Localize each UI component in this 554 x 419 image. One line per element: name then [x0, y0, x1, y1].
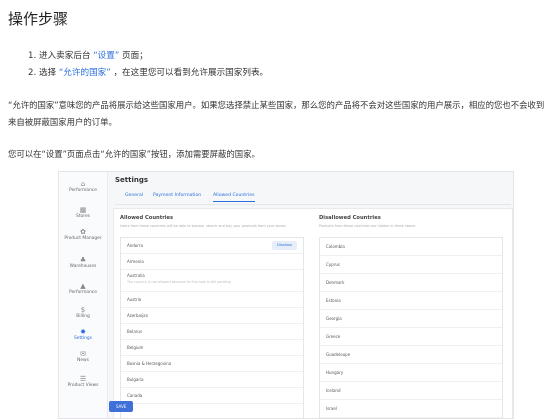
sidebar-item-label: Product Manager [64, 236, 102, 241]
settings-main: Settings General Payment Information All… [107, 172, 513, 418]
news-icon: ✉ [80, 350, 86, 358]
disallowed-country-row[interactable]: Colombia [320, 238, 502, 256]
page-heading: 操作步骤 [8, 10, 69, 28]
product-icon: ✿ [80, 228, 86, 236]
step-text: ，在这里您可以看到允许展示国家列表。 [110, 68, 269, 78]
disallowed-country-row[interactable]: Iceland [320, 382, 502, 400]
step-text: 进入卖家后台 [38, 51, 94, 61]
performance-icon: ▲ [80, 282, 86, 290]
disallow-button[interactable]: Disallow [272, 241, 297, 250]
allowed-country-row[interactable]: Andorra Disallow [121, 238, 303, 254]
countries-card: Allowed Countries Users from these count… [113, 208, 513, 418]
sidebar-item-product-manager[interactable]: ✿ Product Manager [59, 228, 107, 241]
tab-general[interactable]: General [125, 193, 143, 198]
disallowed-countries-list: Colombia Cyprus Denmark Estonia Georgia Greec… [319, 237, 503, 418]
sidebar-item-billing[interactable]: $ Billing [59, 306, 107, 319]
step-highlight: “允许的国家” [58, 68, 111, 78]
country-name: Canada [127, 393, 143, 398]
sidebar-item-label: Performance [69, 290, 97, 295]
country-name: Hungary [326, 370, 344, 375]
settings-tabs: General Payment Information Allowed Coun… [115, 190, 511, 205]
steps-list: 1. 进入卖家后台 “设置” 页面； 2. 选择 “允许的国家” ，在这里您可以… [28, 48, 268, 82]
product-views-icon: ☰ [79, 375, 87, 383]
disallowed-country-row[interactable]: Hungary [320, 364, 502, 382]
allowed-countries-desc: Users from these countries will be able … [120, 224, 286, 228]
sidebar-item-news[interactable]: ✉ News [59, 350, 107, 363]
country-name: Bulgaria [127, 377, 144, 382]
sidebar-item-stores[interactable]: ▦ Stores [59, 206, 107, 219]
disallowed-countries-desc: Products from these countries are hidden… [319, 224, 416, 228]
step-2: 2. 选择 “允许的国家” ，在这里您可以看到允许展示国家列表。 [28, 65, 268, 82]
allowed-country-row[interactable]: Austria [121, 292, 303, 308]
settings-title: Settings [115, 176, 149, 184]
allowed-countries-list: Andorra Disallow Armenia Australia The count… [120, 237, 304, 418]
allowed-country-row[interactable]: Bosnia & Herzegovina [121, 356, 303, 372]
sidebar-item-label: Product Views [67, 383, 99, 388]
disallowed-country-row[interactable]: Denmark [320, 274, 502, 292]
country-name: Guadeloupe [326, 352, 351, 357]
sidebar-item-label: Billing [76, 314, 90, 319]
sidebar-item-product-views[interactable]: ☰ Product Views [59, 375, 107, 388]
country-name: Denmark [326, 280, 345, 285]
allowed-country-row[interactable]: Belarus [121, 324, 303, 340]
disallowed-country-row[interactable]: Greece [320, 328, 502, 346]
step-text: 页面； [119, 51, 148, 61]
sidebar-item-settings[interactable]: ✸ Settings [59, 328, 107, 341]
sidebar-item-label: Stores [76, 214, 90, 219]
step-number: 1. [28, 51, 37, 61]
disallowed-country-row[interactable]: Guadeloupe [320, 346, 502, 364]
country-name: Colombia [326, 244, 345, 249]
disallowed-country-row[interactable]: Estonia [320, 292, 502, 310]
embedded-screenshot: ⌂ Performance ▦ Stores ✿ Product Manager ♣ Ware… [58, 171, 514, 419]
step-highlight: “设置” [93, 51, 120, 61]
country-name: Austria [127, 297, 142, 302]
sidebar-item-label: Performance [69, 188, 97, 193]
country-name: Israel [326, 406, 337, 411]
country-name: Bosnia & Herzegovina [127, 361, 172, 366]
country-name: Greece [326, 334, 341, 339]
step-1: 1. 进入卖家后台 “设置” 页面； [28, 48, 268, 65]
sidebar-item-label: Warehouses [69, 264, 97, 269]
country-name: Estonia [326, 298, 341, 303]
country-name: Azerbaijan [127, 313, 149, 318]
step-text: 选择 [38, 68, 59, 78]
allowed-country-row[interactable]: Armenia [121, 254, 303, 270]
country-name: Australia [127, 273, 145, 278]
explanation-paragraph: “允许的国家”意味您的产品将展示给这些国家用户。如果您选择禁止某些国家，那么您的… [8, 100, 545, 127]
billing-icon: $ [80, 306, 86, 314]
home-icon: ⌂ [80, 180, 86, 188]
disallowed-country-row[interactable]: Cyprus [320, 256, 502, 274]
allowed-country-row[interactable]: Australia The country is not allowed beca… [121, 270, 303, 292]
country-name: Belarus [127, 329, 143, 334]
allowed-countries-title: Allowed Countries [120, 215, 174, 221]
country-name: Iceland [326, 388, 341, 393]
disallowed-country-row[interactable]: Israel [320, 400, 502, 418]
sidebar: ⌂ Performance ▦ Stores ✿ Product Manager ♣ Ware… [59, 172, 108, 418]
country-name: Belgium [127, 345, 144, 350]
disallowed-countries-title: Disallowed Countries [319, 215, 381, 221]
settings-icon: ✸ [80, 328, 86, 336]
sidebar-item-performance[interactable]: ⌂ Performance [59, 180, 107, 193]
store-icon: ▦ [79, 206, 87, 214]
allowed-country-row[interactable]: Bulgaria [121, 372, 303, 388]
tab-payment-information[interactable]: Payment Information [153, 193, 201, 198]
country-name: Andorra [127, 243, 143, 248]
tab-allowed-countries[interactable]: Allowed Countries [213, 193, 255, 202]
allowed-country-row[interactable]: Azerbaijan [121, 308, 303, 324]
disallowed-country-row[interactable]: Georgia [320, 310, 502, 328]
instruction-paragraph: 您可以在“设置”页面点击“允许的国家”按钮，添加需要屏蔽的国家。 [8, 149, 260, 159]
country-note: The country is not allowed because its f… [127, 280, 231, 284]
allowed-country-row[interactable]: Canada [121, 388, 303, 404]
country-name: Armenia [127, 259, 144, 264]
sidebar-item-label: Settings [73, 336, 92, 341]
country-name: Cyprus [326, 262, 340, 267]
allowed-country-row[interactable]: Belgium [121, 340, 303, 356]
sidebar-item-warehouses[interactable]: ♣ Warehouses [59, 256, 107, 269]
step-number: 2. [28, 68, 37, 78]
sidebar-item-performance[interactable]: ▲ Performance [59, 282, 107, 295]
save-button[interactable]: SAVE [109, 401, 134, 412]
sidebar-item-label: News [77, 358, 89, 363]
country-name: Georgia [326, 316, 342, 321]
warehouse-icon: ♣ [79, 256, 87, 264]
